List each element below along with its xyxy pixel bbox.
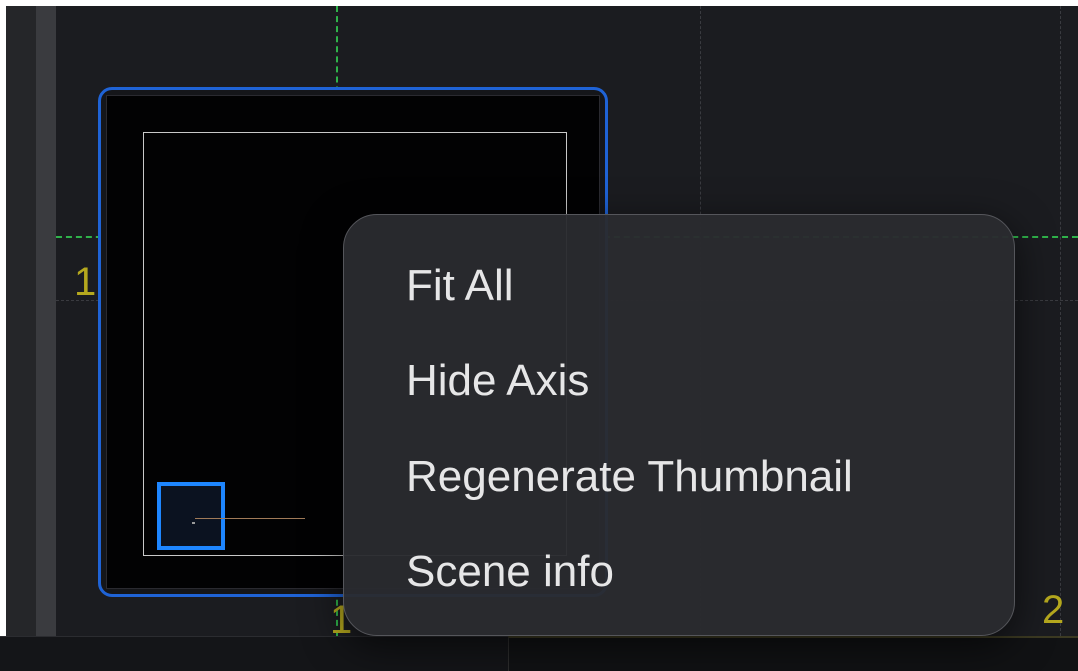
axis-tick-label: 1 [74, 260, 97, 304]
grid-line [1060, 6, 1061, 636]
context-menu: Fit All Hide Axis Regenerate Thumbnail S… [343, 214, 1015, 636]
timeline-panel[interactable] [508, 636, 1078, 671]
selected-node[interactable] [157, 482, 225, 550]
menu-item-scene-info[interactable]: Scene info [344, 532, 1014, 612]
axis-tick-label: 2 [1042, 588, 1065, 632]
menu-item-hide-axis[interactable]: Hide Axis [344, 341, 1014, 421]
scene-view[interactable]: 1 1 2 Fit All Hide Axis Regenerate Thumb… [0, 0, 1078, 671]
menu-item-fit-all[interactable]: Fit All [344, 246, 1014, 326]
vertical-scrollbar[interactable] [36, 6, 56, 636]
menu-item-regenerate-thumbnail[interactable]: Regenerate Thumbnail [344, 437, 1014, 517]
node-anchor-point [192, 522, 195, 524]
node-connector-line [195, 518, 305, 519]
side-gutter [6, 6, 36, 636]
